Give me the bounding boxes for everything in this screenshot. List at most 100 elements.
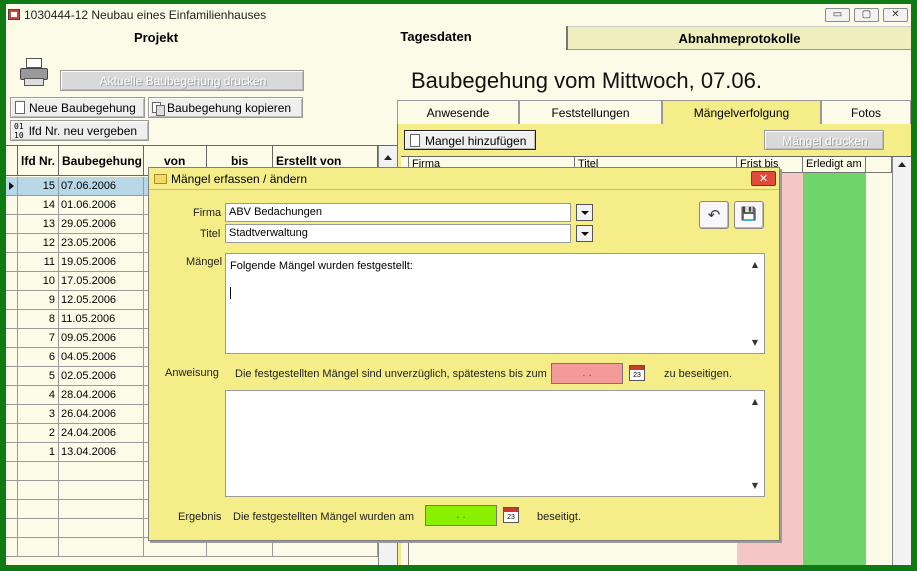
renumber-label: lfd Nr. neu vergeben <box>29 124 138 138</box>
scroll-down-icon[interactable]: ▼ <box>752 481 758 490</box>
chevron-down-icon <box>581 211 589 215</box>
row-number: 3 <box>18 405 59 424</box>
new-document-icon <box>15 101 25 114</box>
row-number: 7 <box>18 329 59 348</box>
scroll-up-icon[interactable]: ▲ <box>752 260 758 269</box>
row-date: 29.05.2006 <box>59 215 144 234</box>
add-mangel-button[interactable]: Mangel hinzufügen <box>404 130 536 150</box>
ergebnis-suffix: beseitigt. <box>537 511 582 523</box>
titel-field[interactable]: Stadtverwaltung <box>225 224 571 243</box>
save-button[interactable]: 💾 <box>734 201 764 229</box>
undo-icon: ↶ <box>707 206 721 224</box>
anweisung-suffix: zu beseitigen. <box>664 368 732 380</box>
row-number: 11 <box>18 253 59 272</box>
titel-label: Titel <box>200 228 221 240</box>
scroll-up-icon[interactable]: ▲ <box>752 397 758 406</box>
undo-button[interactable]: ↶ <box>699 201 729 229</box>
row-number: 6 <box>18 348 59 367</box>
row-date: 09.05.2006 <box>59 329 144 348</box>
row-date: 01.06.2006 <box>59 196 144 215</box>
anweisung-text: Die festgestellten Mängel sind unverzügl… <box>235 368 547 380</box>
scroll-up-icon[interactable] <box>384 155 392 160</box>
close-window-button[interactable]: ✕ <box>883 8 908 22</box>
calendar-icon[interactable]: 23 <box>629 365 645 381</box>
row-date: 26.04.2006 <box>59 405 144 424</box>
column-header[interactable]: Baubegehung <box>59 146 144 176</box>
minimize-button[interactable]: ▭ <box>825 8 850 22</box>
tab-abnahmeprotokolle[interactable]: Abnahmeprotokolle <box>568 26 911 50</box>
add-mangel-label: Mangel hinzufügen <box>425 134 527 148</box>
dialog-title-bar: Mängel erfassen / ändern ✕ <box>149 168 779 190</box>
row-number: 14 <box>18 196 59 215</box>
column-header[interactable]: Erledigt am <box>803 157 866 173</box>
row-number: 15 <box>18 177 59 196</box>
row-number: 9 <box>18 291 59 310</box>
maengel-text: Folgende Mängel wurden festgestellt: <box>230 260 413 272</box>
firma-label: Firma <box>193 207 222 219</box>
tab-anwesende[interactable]: Anwesende <box>397 100 519 124</box>
restore-button[interactable]: ▢ <box>854 8 879 22</box>
row-date: 07.06.2006 <box>59 177 144 196</box>
numbering-icon: 01 10 <box>14 122 24 140</box>
row-number: 1 <box>18 443 59 462</box>
dialog-close-button[interactable]: ✕ <box>751 171 776 186</box>
tab-fotos[interactable]: Fotos <box>821 100 911 124</box>
print-baubegehung-button[interactable]: Aktuelle Baubegehung drucken <box>60 70 304 91</box>
new-baubegehung-label: Neue Baubegehung <box>29 101 136 115</box>
tab-tagesdaten[interactable]: Tagesdaten <box>306 26 568 50</box>
folder-icon <box>154 174 167 184</box>
firma-dropdown-button[interactable] <box>576 204 593 221</box>
scroll-down-icon[interactable]: ▼ <box>752 338 758 347</box>
app-icon <box>8 9 20 20</box>
anweisung-label: Anweisung <box>165 367 219 379</box>
page-title: Baubegehung vom Mittwoch, 07.06. <box>411 68 763 93</box>
scroll-up-icon[interactable] <box>898 162 906 167</box>
column-header[interactable]: lfd Nr. <box>18 146 59 176</box>
chevron-down-icon <box>581 232 589 236</box>
tab-projekt[interactable]: Projekt <box>6 26 306 50</box>
row-date: 13.04.2006 <box>59 443 144 462</box>
copy-baubegehung-label: Baubegehung kopieren <box>167 101 292 115</box>
tab-feststellungen[interactable]: Feststellungen <box>519 100 662 124</box>
renumber-button[interactable]: 01 10 lfd Nr. neu vergeben <box>10 120 149 141</box>
row-number: 10 <box>18 272 59 291</box>
deadline-date-field[interactable]: . . <box>551 363 623 384</box>
done-column <box>803 157 866 565</box>
save-icon: 💾 <box>740 207 758 222</box>
ergebnis-text: Die festgestellten Mängel wurden am <box>233 511 414 523</box>
table-scrollbar[interactable] <box>892 157 911 565</box>
row-date: 11.05.2006 <box>59 310 144 329</box>
row-pointer-icon <box>6 177 18 196</box>
row-date: 23.05.2006 <box>59 234 144 253</box>
new-document-icon <box>410 134 420 147</box>
row-number: 4 <box>18 386 59 405</box>
row-date: 04.05.2006 <box>59 348 144 367</box>
tab-maengelverfolgung[interactable]: Mängelverfolgung <box>662 100 821 124</box>
print-maengel-button[interactable]: Mängel drucken <box>764 130 884 150</box>
copy-baubegehung-button[interactable]: Baubegehung kopieren <box>148 97 303 118</box>
row-number: 5 <box>18 367 59 386</box>
row-date: 19.05.2006 <box>59 253 144 272</box>
row-date: 28.04.2006 <box>59 386 144 405</box>
firma-field[interactable]: ABV Bedachungen <box>225 203 571 222</box>
window-title: 1030444-12 Neubau eines Einfamilienhause… <box>24 8 267 22</box>
row-number: 8 <box>18 310 59 329</box>
anweisung-textarea[interactable]: ▲ ▼ <box>225 390 765 497</box>
dialog-title: Mängel erfassen / ändern <box>171 172 308 186</box>
maengel-label: Mängel <box>186 256 223 268</box>
new-baubegehung-button[interactable]: Neue Baubegehung <box>10 97 145 118</box>
maengel-textarea[interactable]: Folgende Mängel wurden festgestellt: ▲ ▼ <box>225 253 765 354</box>
ergebnis-label: Ergebnis <box>178 511 222 523</box>
row-number: 2 <box>18 424 59 443</box>
maengel-dialog: Mängel erfassen / ändern ✕ Firma ABV Bed… <box>148 167 780 541</box>
row-date: 02.05.2006 <box>59 367 144 386</box>
printer-icon <box>20 58 50 88</box>
title-bar: 1030444-12 Neubau eines Einfamilienhause… <box>6 4 911 26</box>
app-window: 1030444-12 Neubau eines Einfamilienhause… <box>6 4 911 565</box>
row-date: 17.05.2006 <box>59 272 144 291</box>
done-date-field[interactable]: . . <box>425 505 497 526</box>
text-cursor <box>230 287 231 299</box>
titel-dropdown-button[interactable] <box>576 225 593 242</box>
calendar-icon[interactable]: 23 <box>503 507 519 523</box>
row-number: 12 <box>18 234 59 253</box>
